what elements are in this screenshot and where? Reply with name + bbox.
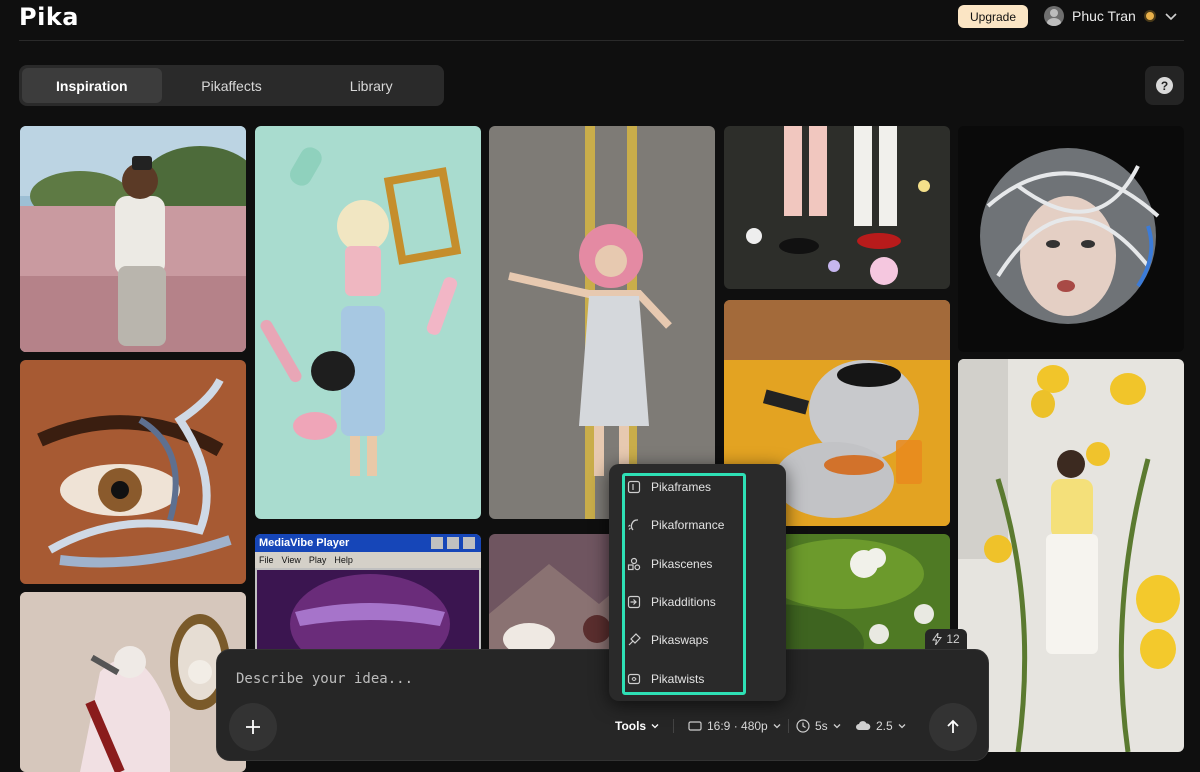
- chevron-down-icon: [898, 724, 906, 729]
- credits-count: 12: [946, 632, 960, 646]
- gallery-item-flower-legs[interactable]: [724, 126, 950, 289]
- duration-dropdown[interactable]: 5s: [796, 719, 841, 733]
- chrome-face-image: [958, 126, 1184, 352]
- mediavibe-player-image: [255, 534, 481, 654]
- duration-label: 5s: [815, 719, 828, 733]
- user-name: Phuc Tran: [1072, 8, 1136, 24]
- chevron-down-icon: [833, 724, 841, 729]
- scenes-icon: [627, 557, 641, 571]
- menu-item-pikatwists[interactable]: Pikatwists: [627, 669, 704, 689]
- gallery-item-tulips[interactable]: [958, 359, 1184, 752]
- chevron-down-icon: [1165, 13, 1177, 21]
- prompt-input[interactable]: Describe your idea...: [236, 671, 413, 687]
- gallery-item-chrome-face[interactable]: [958, 126, 1184, 352]
- player-menu-help: Help: [334, 555, 353, 565]
- menu-item-label: Pikaswaps: [651, 633, 709, 647]
- menu-item-label: Pikaframes: [651, 480, 712, 494]
- menu-item-label: Pikascenes: [651, 557, 713, 571]
- tools-label: Tools: [615, 719, 647, 733]
- tools-menu: Pikaframes Pikaformance Pikascenes Pikad…: [609, 464, 786, 701]
- frame-woman-image: [255, 126, 481, 519]
- gallery-item-mediavibe-player[interactable]: MediaVibe Player File View Play Help: [255, 534, 481, 654]
- plus-icon: [246, 720, 260, 734]
- help-icon: ?: [1156, 77, 1173, 94]
- swaps-icon: [628, 633, 641, 646]
- gallery-item-frame-woman[interactable]: [255, 126, 481, 519]
- pika-logo[interactable]: Pika: [19, 3, 79, 31]
- menu-item-pikaswaps[interactable]: Pikaswaps: [627, 630, 708, 650]
- player-title: MediaVibe Player: [259, 537, 350, 549]
- header-divider: [19, 40, 1184, 41]
- tulips-image: [958, 359, 1184, 752]
- menu-item-label: Pikadditions: [651, 595, 716, 609]
- aspect-ratio-label: 16:9 · 480p: [707, 719, 768, 733]
- upgrade-button[interactable]: Upgrade: [958, 5, 1028, 28]
- mirror-cat-image: [20, 592, 246, 772]
- performance-icon: [628, 519, 639, 531]
- tools-dropdown[interactable]: Tools: [615, 719, 659, 733]
- tab-bar: Inspiration Pikaffects Library: [19, 65, 444, 106]
- menu-highlight: [622, 473, 746, 695]
- tab-pikaffects[interactable]: Pikaffects: [162, 68, 302, 103]
- credits-badge: 12: [925, 629, 967, 649]
- status-dot: [1143, 10, 1156, 22]
- menu-item-pikascenes[interactable]: Pikascenes: [627, 554, 712, 574]
- menu-item-label: Pikatwists: [651, 672, 705, 686]
- photographer-image: [20, 126, 246, 352]
- additions-icon: [627, 595, 641, 609]
- menu-item-pikaformance[interactable]: Pikaformance: [627, 515, 724, 535]
- chevron-down-icon: [651, 724, 659, 729]
- clock-icon: [796, 719, 810, 733]
- player-menu-bar: File View Play Help: [259, 555, 353, 565]
- arrow-up-icon: [947, 719, 959, 733]
- menu-item-pikadditions[interactable]: Pikadditions: [627, 592, 716, 612]
- user-menu[interactable]: Phuc Tran: [1044, 6, 1178, 26]
- cloud-icon: [856, 721, 871, 730]
- road-woman-image: [489, 126, 715, 519]
- aspect-ratio-icon: [688, 721, 702, 731]
- gallery-item-photographer[interactable]: [20, 126, 246, 352]
- gallery-item-chrome-eye[interactable]: [20, 360, 246, 584]
- prompt-box: Describe your idea... Tools 16:9 · 480p …: [216, 649, 989, 761]
- add-button[interactable]: [229, 703, 277, 751]
- send-button[interactable]: [929, 703, 977, 751]
- frames-icon: [627, 480, 641, 494]
- lightning-icon: [932, 633, 943, 645]
- tab-inspiration[interactable]: Inspiration: [22, 68, 162, 103]
- divider: [788, 719, 789, 733]
- chevron-down-icon: [773, 724, 781, 729]
- tab-library[interactable]: Library: [301, 68, 441, 103]
- player-menu-file: File: [259, 555, 274, 565]
- gallery-item-mirror-cat[interactable]: [20, 592, 246, 772]
- player-menu-play: Play: [308, 555, 327, 565]
- model-dropdown[interactable]: 2.5: [855, 719, 906, 733]
- model-label: 2.5: [876, 719, 893, 733]
- twists-icon: [627, 673, 641, 685]
- menu-item-pikaframes[interactable]: Pikaframes: [627, 477, 711, 497]
- flower-legs-image: [724, 126, 950, 289]
- aspect-ratio-dropdown[interactable]: 16:9 · 480p: [688, 719, 781, 733]
- help-button[interactable]: ?: [1145, 66, 1184, 105]
- divider: [673, 719, 674, 733]
- menu-item-label: Pikaformance: [651, 518, 725, 532]
- avatar: [1044, 6, 1064, 26]
- gallery-item-road-woman[interactable]: [489, 126, 715, 519]
- player-menu-view: View: [281, 555, 301, 565]
- chrome-eye-image: [20, 360, 246, 584]
